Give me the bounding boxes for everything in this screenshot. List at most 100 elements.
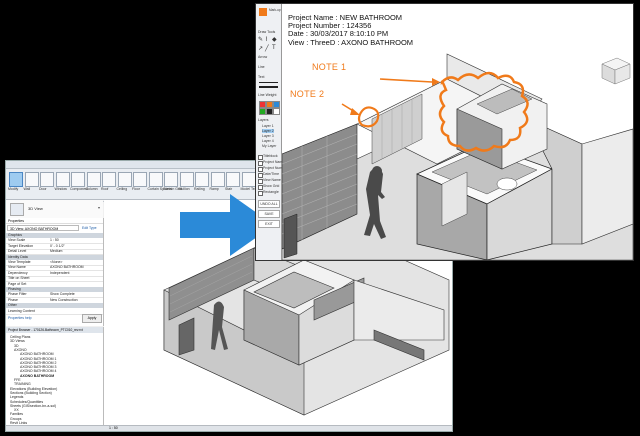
layer-item[interactable]: Layer 2 [262,129,274,133]
checkbox-label: Show Grid [263,184,280,188]
ribbon-button-column[interactable] [86,172,101,187]
ribbon-button-model-text[interactable] [241,172,256,187]
line-tool-icon[interactable]: ╱ [265,45,269,52]
view-scale-label: 1 : 50 [109,426,118,430]
project-browser: Project Browser - 170126-Bathroom_PTC010… [6,327,104,426]
property-name: Dependency [8,270,28,275]
text-label: Text [258,75,265,79]
pen-icon[interactable]: ✎ [258,36,263,43]
markup-logo [259,8,267,16]
exit-button[interactable]: EXIT [258,220,280,228]
property-name: View Name [8,265,26,270]
ribbon-button-window[interactable] [55,172,70,187]
properties-title: Properties [6,218,103,224]
ribbon-button-ramp[interactable] [210,172,225,187]
ribbon-button-stair[interactable] [226,172,240,187]
ribbon-button-ceiling[interactable] [117,172,132,187]
property-name: View Template [8,260,31,264]
properties-panel: Properties 3D View: AXONO BATHROOM Edit … [6,218,104,326]
ribbon-button-floor[interactable] [133,172,147,187]
ribbon-button-label: Floor [132,187,140,191]
status-bar: 1 : 50 [6,425,452,431]
markup-window: Mark-up Draw Tools ✎ ⌇ ◆ ↗ ╱ T Arrow Lin… [255,3,634,261]
line-weight-1[interactable] [259,82,278,83]
layers-label: Layers [258,118,269,122]
markup-header: Mark-up [269,8,281,12]
checkbox-label: Date/Time [263,172,280,176]
arrow-tool-icon[interactable]: ↗ [258,45,263,52]
layer-item[interactable]: Layer 3 [262,134,274,138]
apply-button[interactable]: Apply [82,314,102,323]
properties-group-header[interactable]: Graphics [6,233,103,238]
properties-group-header[interactable]: Identity Data [6,254,103,260]
eraser-icon[interactable]: ◆ [272,36,277,43]
type-selector-label: 3D View [28,206,43,211]
line-weight-2[interactable] [259,86,278,88]
property-name: Learning Content [8,308,35,313]
property-value[interactable]: 0' - 0 1/2" [50,244,65,249]
line-label: Line [258,65,265,69]
property-value[interactable]: New Construction [50,298,78,303]
properties-group-header[interactable]: Other [6,303,103,309]
property-name: Phase [8,297,18,302]
ribbon-button-wall[interactable] [24,172,39,187]
ribbon-button-label: Door [39,187,47,191]
brush-icon[interactable]: ⌇ [265,36,268,43]
chevron-down-icon[interactable]: ▾ [98,205,100,210]
property-name: Target Elevation [8,243,34,248]
arrow-label: Arrow [258,55,268,59]
ribbon-button-mullion[interactable] [179,172,194,187]
property-name: Phase Filter [8,292,27,297]
color-swatch-orange[interactable] [266,101,273,108]
note-2-label: NOTE 2 [290,89,325,99]
checkbox-label: Titleblock [263,154,278,158]
ribbon-button-label: Modify [8,187,19,191]
property-name: Title on Sheet [8,276,30,281]
project-browser-title: Project Browser - 170126-Bathroom_PTC010… [6,327,103,333]
checkbox-label: View Name [263,178,281,182]
markup-toolbar: Mark-up Draw Tools ✎ ⌇ ◆ ↗ ╱ T Arrow Lin… [256,4,287,260]
ribbon-button-door[interactable] [40,172,54,187]
ribbon-button-label: Ceiling [116,187,128,191]
view-dropdown[interactable]: 3D View: AXONO BATHROOM [7,225,79,231]
ribbon-button-railing[interactable] [195,172,209,187]
property-value[interactable]: Show Complete [50,292,75,297]
property-name: Detail Level [8,249,27,254]
layer-item[interactable]: Layer 1 [262,124,274,128]
layer-item[interactable]: Layer 4 [262,139,274,143]
undo-all-button[interactable]: UNDO ALL [258,200,280,208]
ribbon-button-label: Roof [101,187,109,191]
ribbon-button-curtain-system[interactable] [148,172,163,187]
draw-tools-label: Draw Tools [258,30,276,34]
ribbon-button-component[interactable] [71,172,85,187]
property-name: View Scale [8,238,26,243]
browser-item[interactable]: AXONO BATHROOM [20,374,54,378]
property-value[interactable]: Medium [50,249,62,254]
note-1-label: NOTE 1 [312,62,347,72]
property-value[interactable]: AXONO BATHROOM [50,265,84,270]
property-value[interactable]: <None> [50,260,62,265]
layer-item[interactable]: My Layer [262,144,276,148]
property-value[interactable]: Independent [50,271,69,276]
properties-help-link[interactable]: Properties help [8,316,32,320]
edit-type-button[interactable]: Edit Type [82,225,102,231]
type-selector[interactable]: 3D View ▾ [6,200,103,219]
ribbon-button-label: Window [54,187,67,191]
color-swatch-black[interactable] [266,108,273,115]
color-swatch-white[interactable] [273,108,280,115]
save-button[interactable]: SAVE [258,210,280,218]
text-tool-icon[interactable]: T [272,45,276,51]
property-name: Page of Set [8,281,27,286]
ribbon-button-modify[interactable] [9,172,23,187]
property-value[interactable]: 1 : 50 [50,238,59,243]
color-swatch-blue[interactable] [273,101,280,108]
color-swatch-red[interactable] [259,101,266,108]
axono-bathroom-model-large [281,53,633,260]
ribbon-button-roof[interactable] [102,172,116,187]
checkbox-label: Rectangle [263,190,279,194]
markup-canvas[interactable]: NOTE 1 NOTE 2 [281,44,633,260]
properties-group-header[interactable]: Phasing [6,287,103,292]
line-weight-label: Line Weight [258,93,277,97]
color-swatch-green[interactable] [259,108,266,115]
ribbon-button-curtain-grid[interactable] [164,172,178,187]
